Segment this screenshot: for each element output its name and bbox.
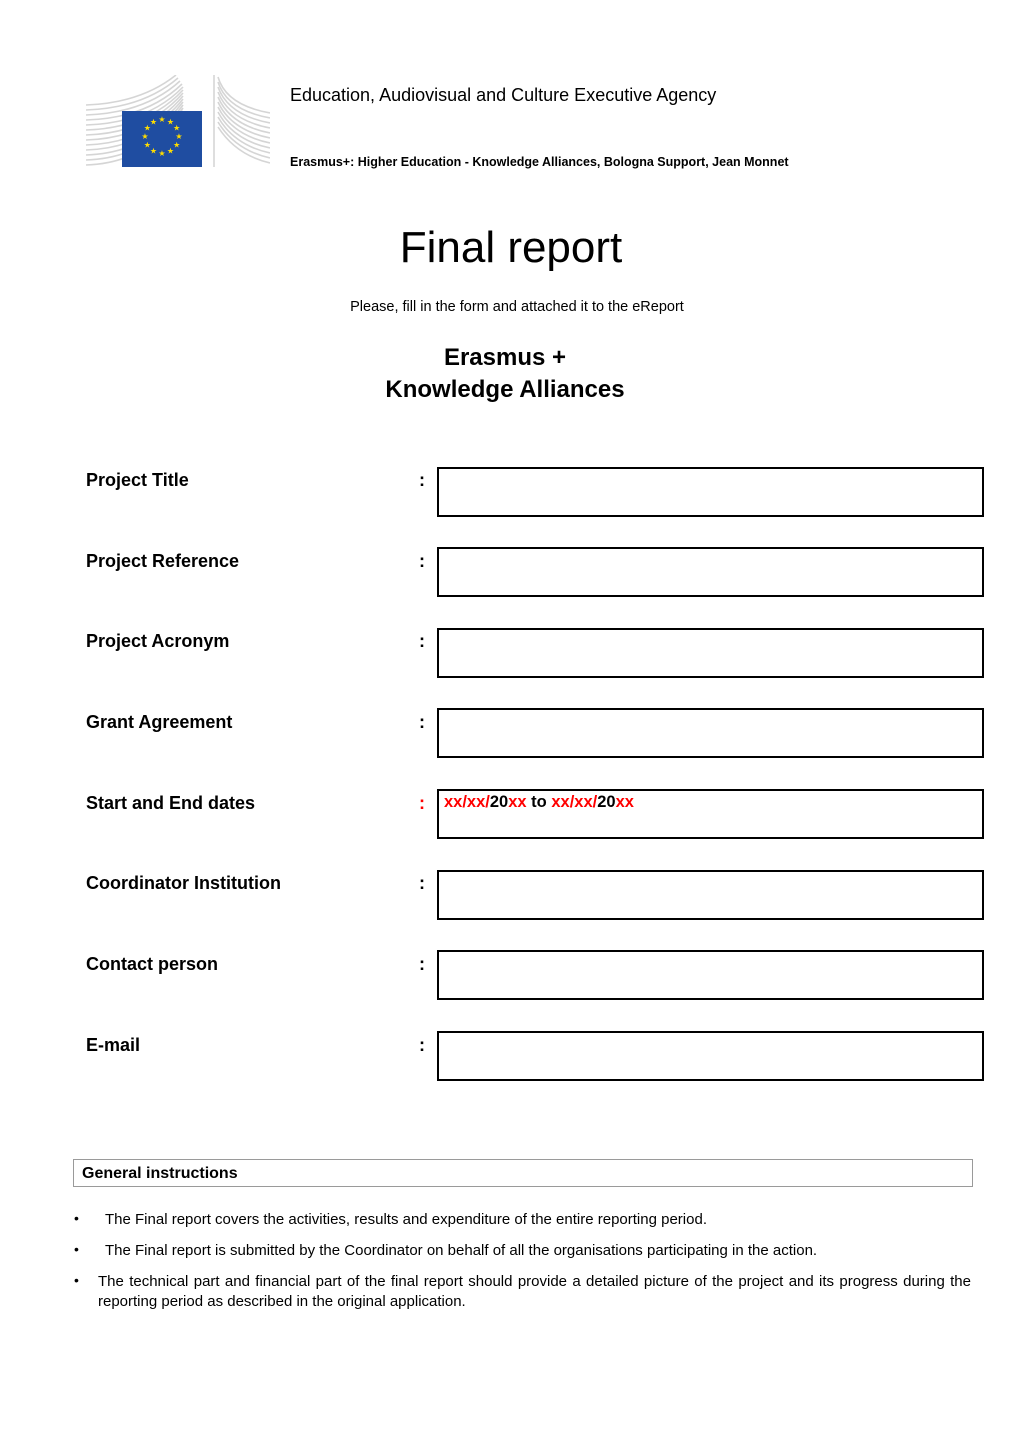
instruction-item: The Final report covers the activities, … — [105, 1211, 707, 1228]
start-end-dates-field[interactable]: xx/xx/20xx to xx/xx/20xx — [437, 789, 984, 839]
heading-line-1: Erasmus + — [443, 344, 567, 371]
svg-text:★: ★ — [158, 149, 165, 158]
project-title-field[interactable] — [437, 467, 984, 517]
general-instructions-header: General instructions — [73, 1159, 973, 1187]
programme-heading: Erasmus + Knowledge Alliances — [0, 342, 1010, 406]
colon: : — [419, 712, 425, 732]
project-acronym-label: Project Acronym — [86, 631, 230, 651]
start-century: 20 — [489, 793, 509, 811]
colon: : — [419, 873, 425, 893]
coordinator-institution-label: Coordinator Institution — [86, 873, 281, 893]
end-year-placeholder: xx — [615, 793, 634, 811]
agency-name: Education, Audiovisual and Culture Execu… — [290, 85, 717, 105]
end-century: 20 — [597, 793, 616, 811]
svg-text:★: ★ — [141, 132, 148, 141]
start-year-placeholder: xx — [508, 793, 527, 811]
colon: : — [419, 470, 425, 490]
contact-person-label: Contact person — [86, 954, 219, 974]
programme-name: Erasmus+: Higher Education - Knowledge A… — [290, 155, 789, 169]
project-reference-field[interactable] — [437, 547, 984, 597]
colon: : — [419, 1035, 425, 1055]
dates-separator: to — [526, 793, 552, 811]
contact-person-field[interactable] — [437, 950, 984, 1000]
project-acronym-field[interactable] — [437, 628, 984, 678]
instruction-item: The Final report is submitted by the Coo… — [105, 1242, 818, 1259]
colon: : — [419, 793, 425, 813]
start-day-month-placeholder: xx/xx/ — [444, 793, 490, 811]
instruction-item: The technical part and financial part of… — [98, 1273, 971, 1310]
heading-line-2: Knowledge Alliances — [385, 376, 625, 403]
grant-agreement-field[interactable] — [437, 708, 984, 758]
svg-text:★: ★ — [167, 147, 174, 156]
bullet-icon: • — [74, 1241, 79, 1257]
general-instructions-title: General instructions — [82, 1165, 238, 1182]
colon: : — [419, 551, 425, 571]
project-reference-label: Project Reference — [86, 551, 240, 571]
colon: : — [419, 954, 425, 974]
colon: : — [419, 631, 425, 651]
grant-agreement-label: Grant Agreement — [86, 712, 233, 732]
svg-text:★: ★ — [150, 117, 157, 126]
dates-value: xx/xx/20xx to xx/xx/20xx — [444, 793, 634, 812]
email-field[interactable] — [437, 1031, 984, 1081]
document-title: Final report — [399, 223, 623, 272]
bullet-icon: • — [74, 1210, 79, 1226]
end-day-month-placeholder: xx/xx/ — [551, 793, 598, 811]
svg-text:★: ★ — [144, 141, 151, 150]
email-label: E-mail — [86, 1035, 141, 1055]
svg-text:★: ★ — [173, 141, 180, 150]
svg-text:★: ★ — [150, 147, 157, 156]
document-subtitle: Please, fill in the form and attached it… — [350, 299, 684, 315]
bullet-icon: • — [74, 1272, 79, 1288]
svg-text:★: ★ — [158, 115, 165, 124]
coordinator-institution-field[interactable] — [437, 870, 984, 920]
start-end-dates-label: Start and End dates — [86, 793, 256, 813]
project-title-label: Project Title — [86, 470, 189, 490]
european-commission-logo-icon: ★ ★ ★ ★ ★ ★ ★ ★ ★ ★ ★ ★ — [85, 74, 271, 167]
